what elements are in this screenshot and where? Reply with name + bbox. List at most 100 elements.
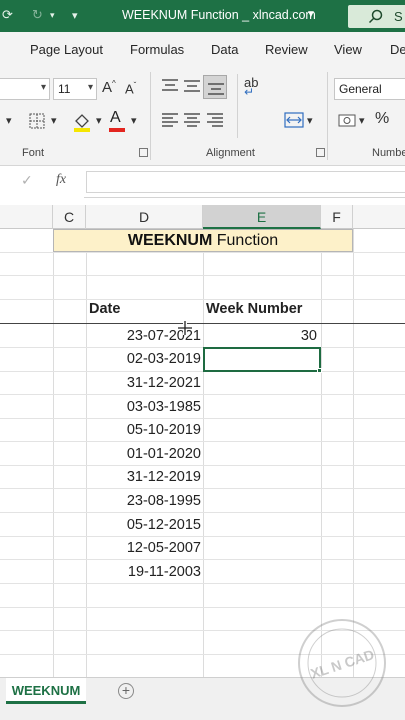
font-color-icon[interactable]: A xyxy=(110,109,121,127)
column-header-row: C D E F xyxy=(0,205,405,229)
grid-line xyxy=(0,275,405,276)
chevron-down-icon[interactable]: ▾ xyxy=(6,114,12,127)
font-dialog-launcher-icon[interactable] xyxy=(139,148,148,157)
grid-line xyxy=(0,512,405,513)
sheet-title-cell[interactable]: WEEKNUM Function xyxy=(53,229,353,252)
alignment-group-label: Alignment xyxy=(206,147,255,159)
align-right-icon[interactable] xyxy=(206,112,224,128)
date-cell[interactable]: 31-12-2019 xyxy=(86,469,201,485)
tab-data[interactable]: Data xyxy=(211,42,238,57)
grid-line xyxy=(353,229,354,677)
tab-page-layout[interactable]: Page Layout xyxy=(30,42,103,57)
formula-buttons: ✓ fx xyxy=(0,166,84,198)
tab-review[interactable]: Review xyxy=(265,42,308,57)
formula-bar: ✓ fx xyxy=(0,166,405,198)
grid-line xyxy=(53,229,54,677)
grid-line xyxy=(0,607,405,608)
date-cell[interactable]: 01-01-2020 xyxy=(86,446,201,462)
percent-style-icon[interactable]: % xyxy=(375,110,389,128)
week-number-header-cell[interactable]: Week Number xyxy=(206,301,302,317)
dropdown-caret-icon[interactable]: ▾ xyxy=(50,10,55,21)
column-header-e[interactable]: E xyxy=(203,205,321,229)
font-group-label: Font xyxy=(22,147,45,159)
grid-line xyxy=(321,229,322,677)
grid-line xyxy=(0,394,405,395)
align-left-icon[interactable] xyxy=(161,112,179,128)
number-format-combo[interactable]: General xyxy=(334,78,405,100)
grid-line xyxy=(0,559,405,560)
tab-developer[interactable]: De xyxy=(390,42,405,57)
grid-line xyxy=(0,465,405,466)
increase-font-icon[interactable]: A^ xyxy=(102,79,116,96)
number-group-label: Numbe xyxy=(372,147,405,159)
column-header-d[interactable]: D xyxy=(86,205,203,229)
align-bottom-icon xyxy=(208,83,224,95)
title-rest-text: Function xyxy=(212,232,279,249)
ribbon-tabs: Page Layout Formulas Data Review View De xyxy=(0,32,405,66)
accounting-format-icon[interactable] xyxy=(337,112,357,130)
tab-formulas[interactable]: Formulas xyxy=(130,42,184,57)
align-center-icon[interactable] xyxy=(183,112,201,128)
grid-line xyxy=(0,252,405,253)
font-color-bar xyxy=(109,128,125,132)
date-header-cell[interactable]: Date xyxy=(89,301,120,317)
align-top-icon[interactable] xyxy=(161,78,179,94)
group-separator xyxy=(237,74,238,138)
xlncad-logo: XL N CAD xyxy=(296,617,388,709)
group-separator xyxy=(150,72,151,160)
grid-line xyxy=(0,441,405,442)
column-header-b[interactable] xyxy=(0,205,53,229)
move-cursor-icon xyxy=(178,321,192,335)
repeat-icon[interactable]: ↻ xyxy=(32,7,43,23)
merge-center-icon[interactable] xyxy=(284,111,304,129)
font-size-combo[interactable]: 11 ▾ xyxy=(53,78,97,100)
customize-qat-icon[interactable]: ▾ xyxy=(72,9,78,22)
chevron-down-icon[interactable]: ▾ xyxy=(131,114,137,127)
column-header-f[interactable]: F xyxy=(321,205,353,229)
worksheet-grid[interactable]: WEEKNUM Function Date Week Number 23-07-… xyxy=(0,229,405,677)
add-sheet-icon[interactable]: + xyxy=(118,683,134,699)
align-bottom-button[interactable] xyxy=(203,75,227,99)
grid-line xyxy=(0,299,405,300)
active-cell-selection[interactable] xyxy=(203,347,321,372)
alignment-dialog-launcher-icon[interactable] xyxy=(316,148,325,157)
redo-icon[interactable]: ⟳ xyxy=(2,7,13,23)
sheet-tab-weeknum[interactable]: WEEKNUM xyxy=(6,678,86,704)
group-separator xyxy=(327,72,328,160)
title-dropdown-icon[interactable]: ▼ xyxy=(306,9,316,20)
week-number-cell[interactable]: 30 xyxy=(206,328,317,344)
enter-check-icon[interactable]: ✓ xyxy=(21,172,33,189)
grid-line xyxy=(0,583,405,584)
tab-view[interactable]: View xyxy=(334,42,362,57)
date-cell[interactable]: 05-12-2015 xyxy=(86,517,201,533)
date-cell[interactable]: 23-08-1995 xyxy=(86,493,201,509)
chevron-down-icon[interactable]: ▾ xyxy=(96,114,102,127)
search-icon xyxy=(368,9,383,24)
date-cell[interactable]: 03-03-1985 xyxy=(86,399,201,415)
grid-line xyxy=(0,488,405,489)
formula-input[interactable] xyxy=(86,171,405,193)
title-bar: ⟳ ↻ ▾ ▾ WEEKNUM Function _ xlncad.com ▼ … xyxy=(0,0,405,32)
decrease-font-icon[interactable]: Aˇ xyxy=(125,81,136,96)
ribbon: ▾ 11 ▾ A^ Aˇ ▾ ▾ ▾ A ▾ Font ab ↵ ▾ Align… xyxy=(0,66,405,166)
column-header-g[interactable] xyxy=(353,205,405,229)
fill-handle[interactable] xyxy=(317,368,322,373)
column-header-c[interactable]: C xyxy=(53,205,86,229)
wrap-text-icon[interactable]: ↵ xyxy=(244,85,254,99)
chevron-down-icon[interactable]: ▾ xyxy=(359,114,365,127)
fill-color-icon[interactable] xyxy=(72,111,92,133)
chevron-down-icon: ▾ xyxy=(40,82,46,93)
number-format-value: General xyxy=(339,82,382,96)
insert-function-icon[interactable]: fx xyxy=(56,172,66,188)
date-cell[interactable]: 19-11-2003 xyxy=(86,564,201,580)
search-button[interactable]: S xyxy=(348,5,405,28)
borders-icon[interactable] xyxy=(28,112,46,130)
align-middle-icon[interactable] xyxy=(183,78,201,94)
chevron-down-icon[interactable]: ▾ xyxy=(51,114,57,127)
date-cell[interactable]: 02-03-2019 xyxy=(86,351,201,367)
date-cell[interactable]: 12-05-2007 xyxy=(86,540,201,556)
date-cell[interactable]: 05-10-2019 xyxy=(86,422,201,438)
date-cell[interactable]: 31-12-2021 xyxy=(86,375,201,391)
chevron-down-icon[interactable]: ▾ xyxy=(307,114,313,127)
font-name-combo[interactable]: ▾ xyxy=(0,78,50,100)
